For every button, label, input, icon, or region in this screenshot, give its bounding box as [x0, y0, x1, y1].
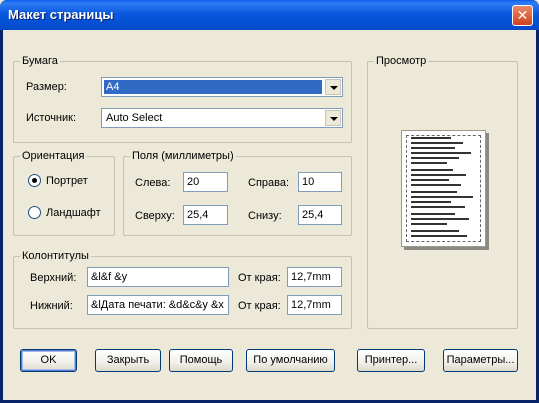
bottom-margin-input[interactable]: 25,4 [298, 205, 342, 225]
size-select-value: A4 [104, 80, 322, 94]
top-margin-input[interactable]: 25,4 [183, 205, 228, 225]
preview-text-line [411, 142, 463, 144]
preview-text-line [411, 230, 459, 232]
preview-text-line [411, 137, 451, 139]
preview-text-line [411, 191, 457, 193]
header-input[interactable]: &l&f &y [87, 267, 229, 287]
bottom-margin-label: Снизу: [248, 210, 282, 222]
footer-offset-input[interactable]: 12,7mm [287, 295, 342, 315]
orientation-group: Ориентация Портрет Ландшафт [13, 150, 115, 236]
title-bar[interactable]: Макет страницы ✕ [0, 0, 539, 30]
size-select[interactable]: A4 [101, 77, 343, 97]
ok-button[interactable]: OK [20, 349, 77, 372]
right-margin-label: Справа: [248, 177, 290, 189]
paper-group: Бумага Размер: A4 Источник: Auto Select [13, 55, 352, 143]
preview-text-line [411, 235, 467, 237]
help-button[interactable]: Помощь [169, 349, 233, 372]
source-select[interactable]: Auto Select [101, 108, 343, 128]
header-offset-label: От края: [238, 272, 281, 284]
preview-text-line [411, 218, 469, 220]
margins-group-label: Поля (миллиметры) [130, 150, 236, 162]
portrait-radio[interactable] [28, 174, 41, 187]
preview-text-line [411, 184, 461, 186]
portrait-label[interactable]: Портрет [46, 174, 88, 188]
preview-text-line [411, 206, 465, 208]
window-title: Макет страницы [8, 7, 114, 22]
source-label: Источник: [26, 112, 77, 124]
preview-text-line [411, 169, 453, 171]
chevron-down-icon[interactable] [325, 79, 341, 95]
footer-offset-label: От края: [238, 300, 281, 312]
chevron-down-icon[interactable] [325, 110, 341, 126]
header-offset-input[interactable]: 12,7mm [287, 267, 342, 287]
orientation-group-label: Ориентация [20, 150, 87, 162]
footer-input[interactable]: &lДата печати: &d&c&y &x [87, 295, 229, 315]
close-button[interactable]: Закрыть [95, 349, 161, 372]
preview-group-label: Просмотр [374, 55, 429, 67]
preview-text-line [411, 157, 459, 159]
preview-text-line [411, 223, 447, 225]
preview-text-line [411, 147, 455, 149]
preview-text-line [411, 174, 466, 176]
defaults-button[interactable]: По умолчанию [246, 349, 335, 372]
preview-text-line [411, 213, 455, 215]
settings-button[interactable]: Параметры... [443, 349, 518, 372]
landscape-radio[interactable] [28, 206, 41, 219]
footer-label: Нижний: [30, 300, 73, 312]
header-label: Верхний: [30, 272, 77, 284]
header-footer-group: Колонтитулы Верхний: &l&f &y От края: 12… [13, 250, 352, 329]
margins-group: Поля (миллиметры) Слева: 20 Справа: 10 С… [123, 150, 352, 236]
preview-text-line [411, 196, 473, 198]
left-margin-input[interactable]: 20 [183, 172, 228, 192]
size-label: Размер: [26, 81, 67, 93]
preview-text-line [411, 152, 471, 154]
printer-button[interactable]: Принтер... [357, 349, 425, 372]
close-icon[interactable]: ✕ [512, 5, 533, 26]
header-footer-group-label: Колонтитулы [20, 250, 91, 262]
top-margin-label: Сверху: [135, 210, 175, 222]
right-margin-input[interactable]: 10 [298, 172, 342, 192]
source-select-value: Auto Select [106, 112, 163, 124]
preview-text-line [411, 179, 449, 181]
paper-group-label: Бумага [20, 55, 60, 67]
landscape-label[interactable]: Ландшафт [46, 206, 101, 220]
preview-text-line [411, 162, 447, 164]
preview-text-line [411, 201, 451, 203]
page-preview [401, 130, 486, 247]
page-setup-dialog: Макет страницы ✕ Бумага Размер: A4 Источ… [0, 0, 539, 403]
left-margin-label: Слева: [135, 177, 171, 189]
